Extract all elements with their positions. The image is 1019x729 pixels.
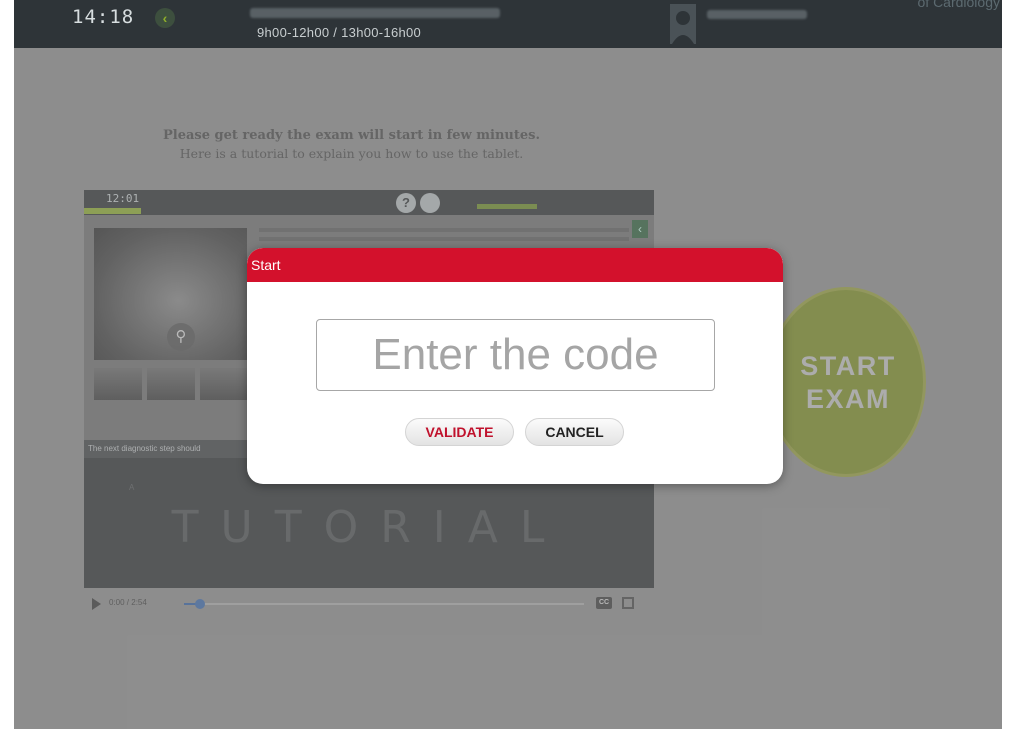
code-input[interactable]: [316, 319, 715, 391]
video-progress-knob[interactable]: [195, 599, 205, 609]
closed-captions-icon[interactable]: CC: [596, 597, 612, 609]
start-exam-line1: START: [800, 351, 896, 381]
back-chevron-icon[interactable]: ‹: [155, 8, 175, 28]
top-bar: 14:18 ‹ 9h00-12h00 / 13h00-16h00 of Card…: [14, 0, 1002, 48]
fullscreen-icon[interactable]: [622, 597, 634, 609]
video-controls: 0:00 / 2:54 CC: [92, 596, 662, 614]
text-line: [259, 237, 629, 241]
intro-text: Please get ready the exam will start in …: [114, 128, 589, 161]
start-code-dialog: Start VALIDATE CANCEL: [247, 248, 783, 484]
video-time: 0:00 / 2:54: [109, 598, 147, 607]
text-line: [259, 228, 629, 232]
session-hours: 9h00-12h00 / 13h00-16h00: [257, 25, 422, 40]
tutorial-link-blurred: [477, 204, 537, 209]
exam-clock: 14:18: [72, 6, 135, 28]
tutorial-option-a: A: [129, 483, 135, 492]
tutorial-watermark: TUTORIAL: [171, 502, 567, 553]
intro-heading: Please get ready the exam will start in …: [163, 128, 540, 143]
cancel-button[interactable]: CANCEL: [525, 418, 624, 446]
zoom-icon: ⚲: [167, 323, 195, 351]
exam-info-blurred: [250, 8, 500, 18]
start-exam-button[interactable]: START EXAM: [766, 287, 926, 477]
corner-text: of Cardiology: [917, 0, 1001, 10]
tutorial-top-bar: 12:01 ?: [84, 190, 654, 215]
user-avatar-icon: [670, 4, 696, 44]
intro-subheading: Here is a tutorial to explain you how to…: [179, 146, 524, 161]
tutorial-clock: 12:01: [106, 192, 140, 205]
tutorial-thumbnail: [200, 368, 248, 400]
notes-icon: [420, 193, 440, 213]
start-exam-line2: EXAM: [805, 384, 890, 414]
app-frame: 14:18 ‹ 9h00-12h00 / 13h00-16h00 of Card…: [14, 0, 1002, 729]
play-icon[interactable]: [92, 598, 101, 610]
user-name-blurred: [707, 10, 807, 19]
tutorial-xray-image: ⚲: [94, 228, 247, 360]
start-exam-label: START EXAM: [769, 350, 927, 416]
tutorial-thumbnail: [147, 368, 195, 400]
validate-button[interactable]: VALIDATE: [405, 418, 514, 446]
tutorial-thumbnail: [94, 368, 142, 400]
help-icon: ?: [396, 193, 416, 213]
video-progress-track[interactable]: [184, 599, 584, 609]
tutorial-progress-strip: [84, 208, 141, 214]
dialog-header: Start: [247, 248, 783, 282]
dialog-title: Start: [251, 257, 281, 273]
tutorial-collapse-arrow-icon: ‹: [632, 220, 648, 238]
